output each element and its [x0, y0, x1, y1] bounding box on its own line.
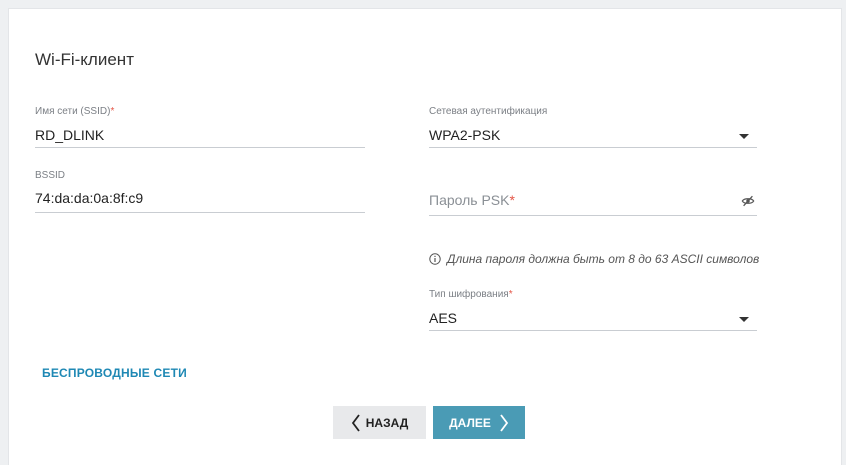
caret-down-icon[interactable]	[739, 134, 749, 139]
ssid-label: Имя сети (SSID)	[35, 106, 111, 117]
wifi-client-panel: Wi-Fi-клиент Имя сети (SSID)* RD_DLINK B…	[8, 8, 842, 465]
chevron-left-icon	[351, 413, 360, 432]
bssid-input[interactable]: 74:da:da:0a:8f:c9	[35, 190, 143, 206]
bssid-label: BSSID	[35, 170, 66, 181]
next-button-label: ДАЛЕЕ	[449, 415, 491, 430]
auth-underline	[429, 147, 757, 148]
eye-off-icon[interactable]	[741, 194, 755, 208]
ssid-underline	[35, 147, 365, 148]
caret-down-icon[interactable]	[739, 317, 749, 322]
bssid-underline	[35, 212, 365, 213]
bssid-field[interactable]: BSSID 74:da:da:0a:8f:c9	[35, 170, 365, 216]
chevron-right-icon	[500, 413, 509, 432]
page-title: Wi-Fi-клиент	[35, 50, 134, 69]
cipher-select[interactable]: Тип шифрования* AES	[429, 289, 757, 331]
cipher-underline	[429, 330, 757, 331]
info-icon	[429, 253, 441, 265]
auth-value[interactable]: WPA2-PSK	[429, 127, 500, 143]
required-mark: *	[509, 192, 515, 208]
cipher-value[interactable]: AES	[429, 310, 457, 326]
password-hint: Длина пароля должна быть от 8 до 63 ASCI…	[429, 252, 759, 266]
cipher-label: Тип шифрования	[429, 289, 509, 300]
back-button[interactable]: НАЗАД	[333, 406, 426, 439]
ssid-input[interactable]: RD_DLINK	[35, 127, 104, 143]
psk-field[interactable]: Пароль PSK*	[429, 192, 757, 216]
required-mark: *	[110, 106, 115, 117]
wireless-networks-link[interactable]: БЕСПРОВОДНЫЕ СЕТИ	[42, 366, 187, 380]
psk-input[interactable]: Пароль PSK	[429, 192, 509, 208]
ssid-field[interactable]: Имя сети (SSID)* RD_DLINK	[35, 106, 365, 150]
auth-label: Сетевая аутентификация	[429, 106, 548, 117]
next-button[interactable]: ДАЛЕЕ	[433, 406, 525, 439]
psk-underline	[429, 215, 757, 216]
back-button-label: НАЗАД	[365, 415, 409, 430]
required-mark: *	[508, 289, 513, 300]
hint-text: Длина пароля должна быть от 8 до 63 ASCI…	[447, 252, 760, 266]
auth-select[interactable]: Сетевая аутентификация WPA2-PSK	[429, 106, 757, 150]
